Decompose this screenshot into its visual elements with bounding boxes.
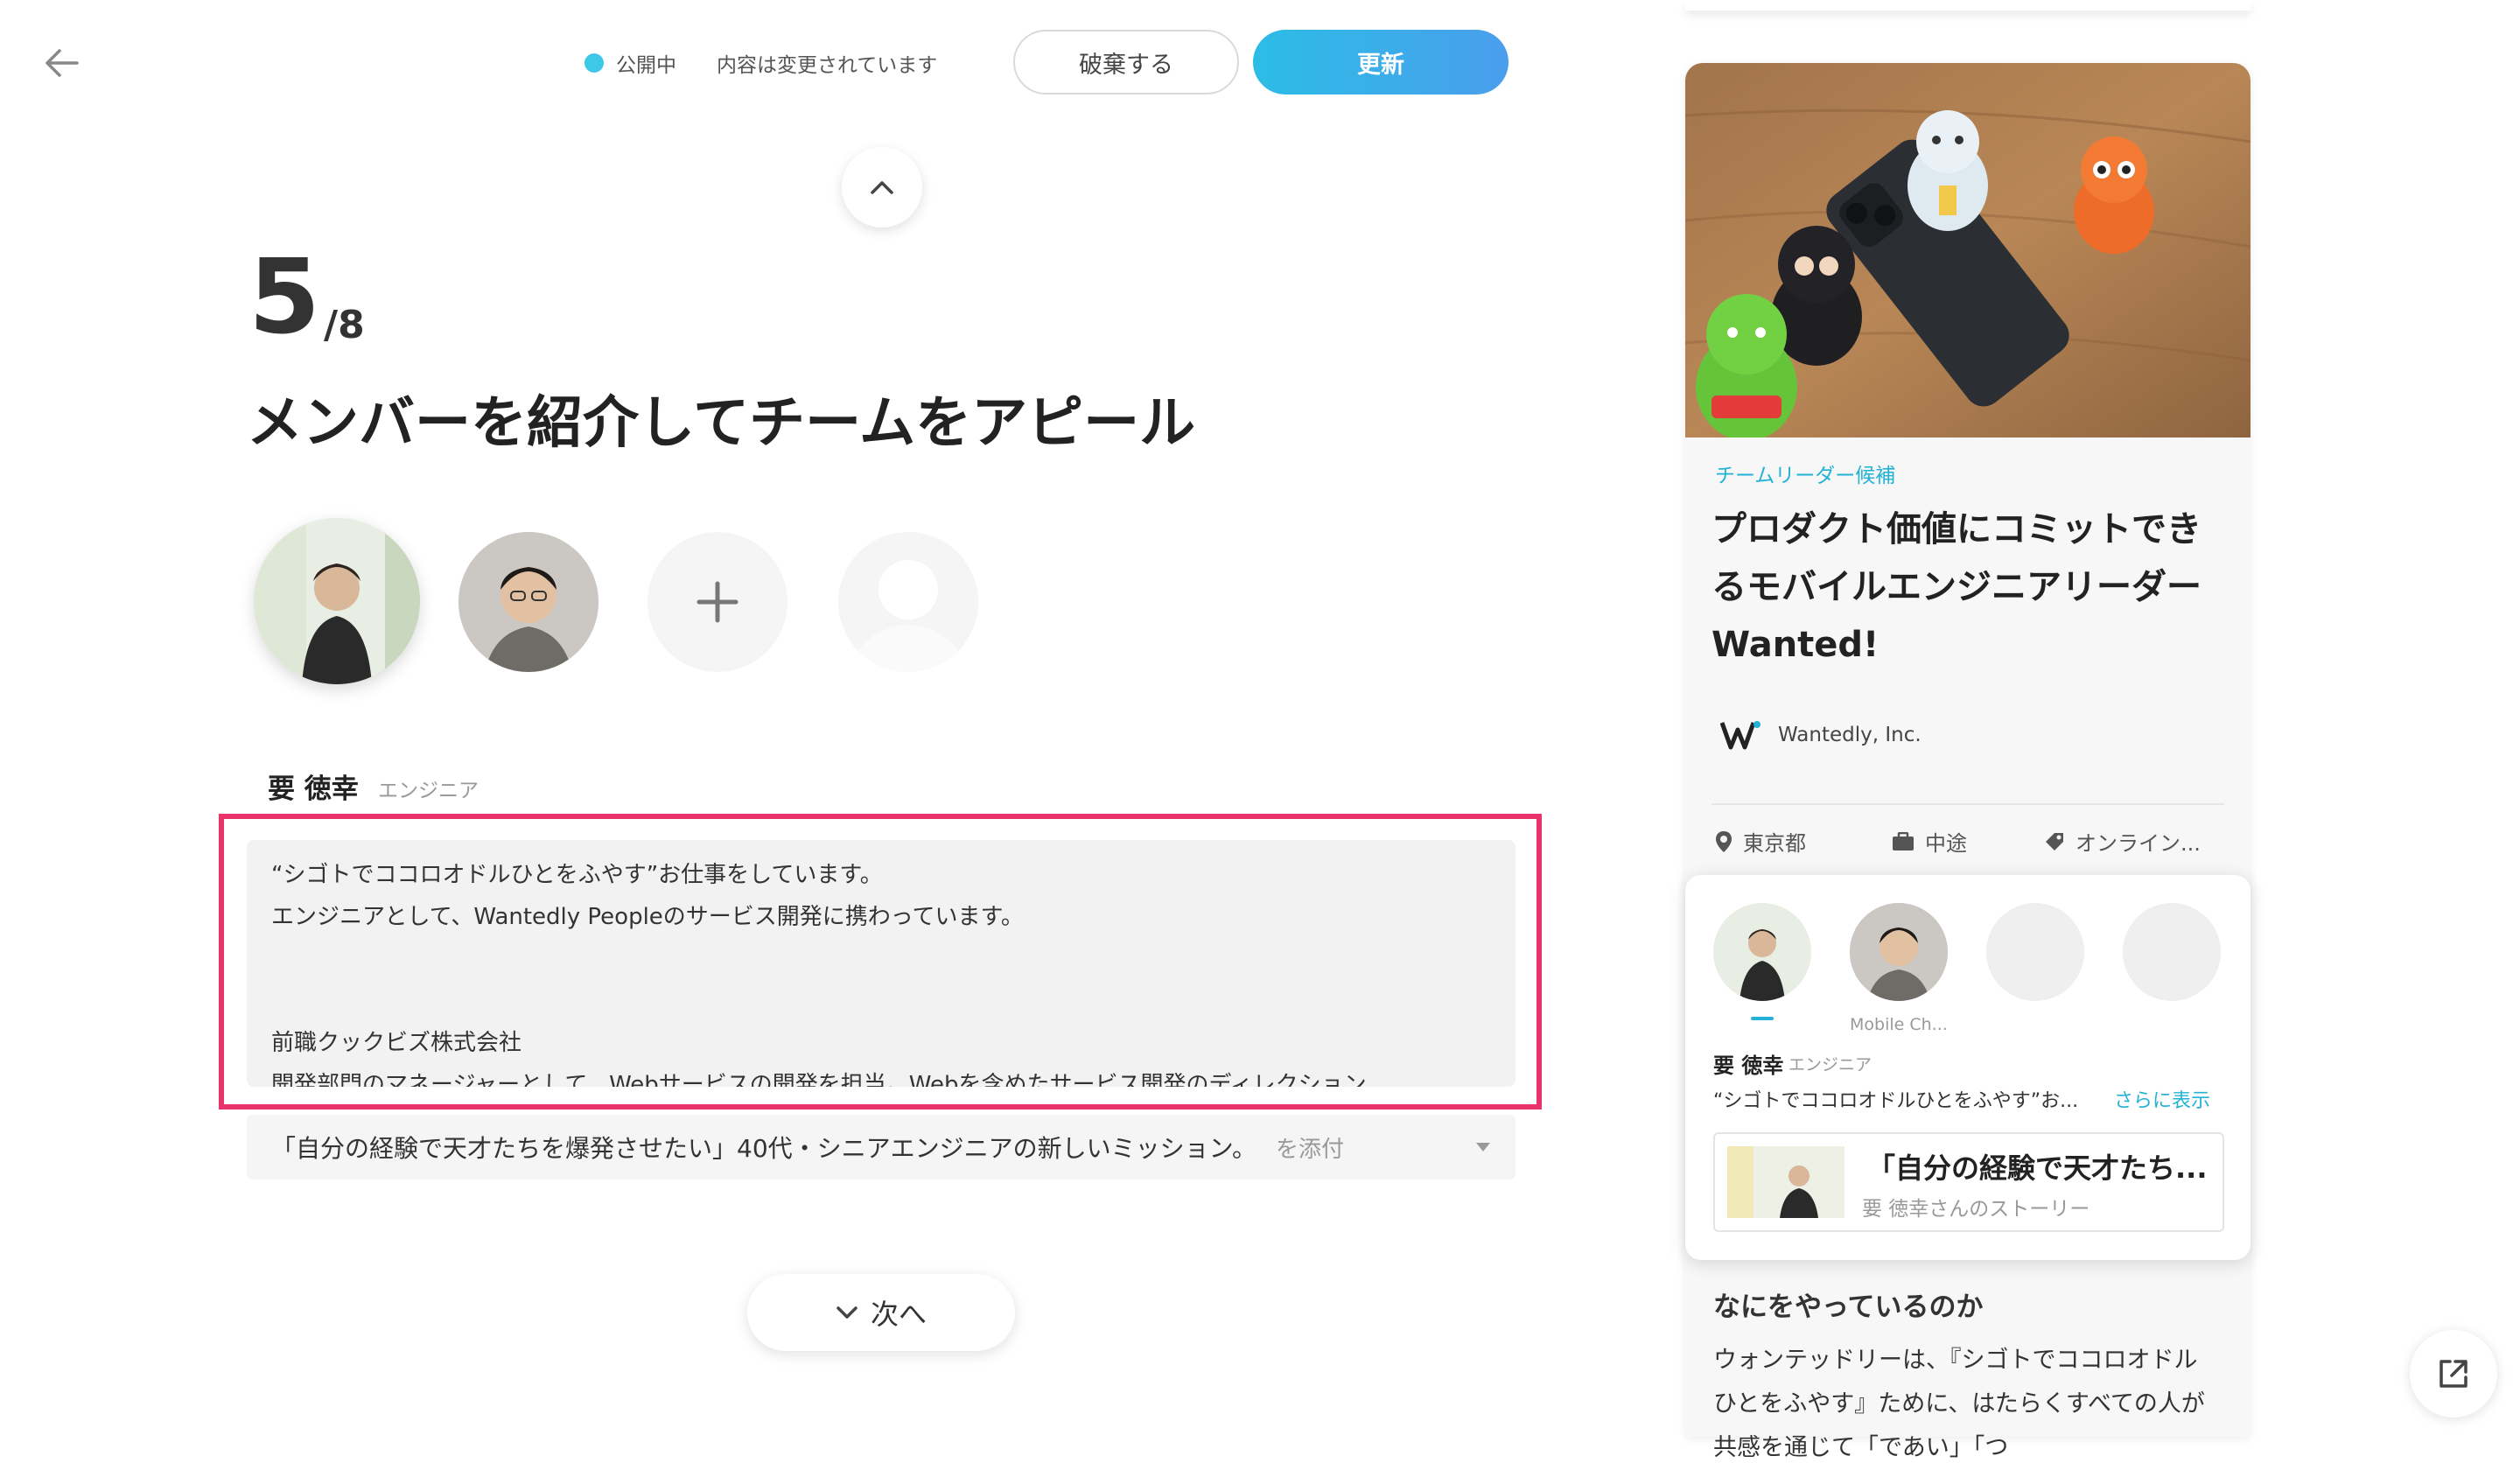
location-pin-icon — [1716, 830, 1732, 852]
second-member-role: Mobile Ch... — [1850, 1015, 1948, 1034]
card-member-role: エンジニア — [1788, 1055, 1872, 1074]
section-body: ウォンテッドリーは、『シゴトでココロオドルひとをふやす』ために、はたらくすべての… — [1713, 1347, 2205, 1461]
meta-hire-type: 中途 — [1892, 826, 1967, 857]
story-link-card[interactable]: 「自分の経験で天才たち... 要 徳幸さんのストーリー — [1713, 1132, 2224, 1232]
bio-line: エンジニアとして、Wantedly Peopleのサービス開発に携わっています。 — [271, 904, 1024, 930]
publish-status: 公開中 内容は変更されています — [584, 49, 937, 77]
status-label: 公開中 — [616, 54, 676, 77]
bio-line: “シゴトでココロオドルひとをふやす”お仕事をしています。 — [271, 862, 883, 888]
tag-icon — [2046, 832, 2063, 850]
briefcase-icon — [1893, 831, 1914, 850]
next-step-button[interactable]: 次へ — [747, 1274, 1015, 1351]
job-tag: チームリーダー候補 — [1715, 465, 1896, 487]
step-current: 5 — [248, 236, 321, 357]
step-total: /8 — [324, 303, 365, 347]
meta-location: 東京都 — [1715, 826, 1806, 857]
bio-line: 開発部門のマネージャーとして、Webサービスの開発を担当。Webを含めたサービス… — [271, 1072, 1367, 1087]
preview-previous-card-edge — [1685, 0, 2250, 10]
arrow-left-icon — [46, 49, 79, 77]
section-heading: なにをやっているのか — [1713, 1292, 1984, 1323]
previous-step-button[interactable] — [842, 147, 922, 228]
open-external-button[interactable] — [2410, 1330, 2497, 1418]
card-member-bio: “シゴトでココロオドルひとをふやす”お... — [1713, 1090, 2079, 1112]
cover-image — [1685, 63, 2250, 438]
empty-member-slot — [838, 532, 978, 672]
add-member-button[interactable] — [648, 532, 788, 672]
caret-down-icon — [1475, 1139, 1491, 1156]
member-avatar-selected[interactable] — [254, 518, 420, 684]
divider — [1712, 803, 2224, 805]
chevron-down-icon — [836, 1306, 858, 1319]
avatar — [254, 518, 420, 684]
story-title: 「自分の経験で天才たちを爆発させたい」40代・シニアエンジニアの新しいミッション… — [271, 1134, 1256, 1163]
avatar — [458, 532, 598, 672]
next-label: 次へ — [870, 1298, 927, 1331]
selected-indicator — [1751, 1017, 1774, 1020]
member-name: 要 徳幸 — [268, 774, 359, 805]
avatar[interactable] — [1713, 903, 1811, 1001]
bio-line — [271, 938, 1491, 980]
story-attach-label: を添付 — [1275, 1136, 1344, 1163]
chevron-up-icon — [871, 181, 893, 194]
update-button[interactable]: 更新 — [1253, 30, 1508, 94]
empty-avatar — [1986, 903, 2084, 1001]
company-name: Wantedly, Inc. — [1778, 724, 1922, 746]
page-title: メンバーを紹介してチームをアピール — [247, 391, 1196, 456]
meta-tag: オンライン... — [2044, 826, 2201, 857]
status-dot-icon — [584, 53, 604, 73]
story-attach-select[interactable]: 「自分の経験で天才たちを爆発させたい」40代・シニアエンジニアの新しいミッション… — [247, 1115, 1516, 1180]
bio-line: 前職クックビズ株式会社 — [271, 1030, 522, 1056]
plus-icon — [696, 581, 738, 623]
member-bio-textarea[interactable]: “シゴトでココロオドルひとをふやす”お仕事をしています。 エンジニアとして、Wa… — [247, 840, 1516, 1087]
back-button[interactable] — [35, 37, 88, 89]
discard-button[interactable]: 破棄する — [1013, 30, 1239, 94]
empty-avatar — [2123, 903, 2221, 1001]
card-member-name: 要 徳幸 — [1713, 1054, 1784, 1078]
wantedly-logo-icon — [1720, 721, 1760, 750]
card-story-title: 「自分の経験で天才たち... — [1867, 1152, 2208, 1185]
story-thumbnail — [1727, 1146, 1844, 1218]
member-role: エンジニア — [378, 780, 479, 802]
avatar[interactable] — [1850, 903, 1948, 1001]
card-story-sub: 要 徳幸さんのストーリー — [1862, 1198, 2090, 1221]
member-avatar[interactable] — [458, 532, 598, 672]
member-preview-card: Mobile Ch... 要 徳幸 エンジニア “シゴトでココロオドルひとをふや… — [1685, 875, 2250, 1260]
bio-line — [271, 980, 1491, 1022]
status-note: 内容は変更されています — [717, 54, 938, 77]
external-link-icon — [2440, 1360, 2468, 1388]
show-more-link[interactable]: さらに表示 — [2114, 1085, 2210, 1113]
job-title: プロダクト価値にコミットできるモバイルエンジニアリーダーWanted! — [1712, 509, 2202, 665]
company-row[interactable]: Wantedly, Inc. — [1720, 719, 1922, 751]
person-placeholder-icon — [847, 560, 970, 672]
